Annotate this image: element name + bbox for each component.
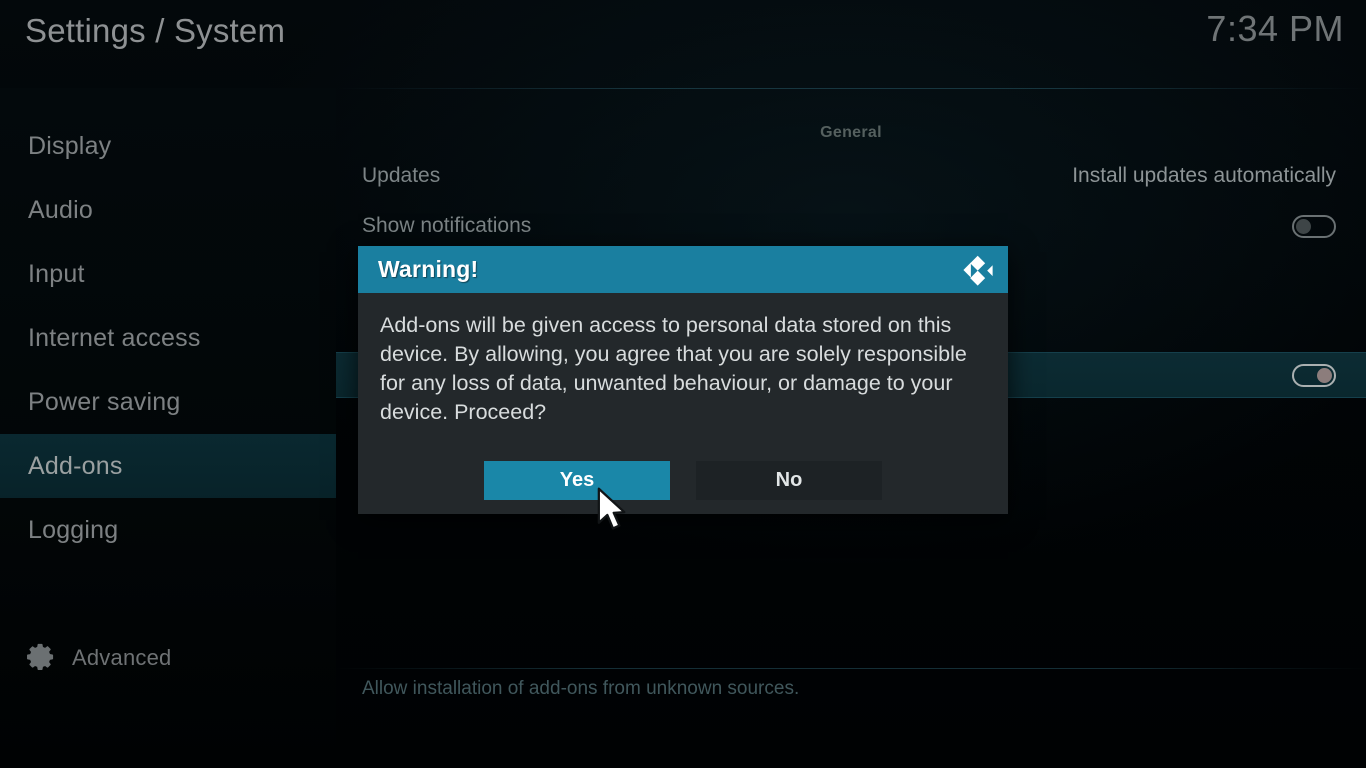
dialog-message: Add-ons will be given access to personal… [380, 313, 967, 424]
dialog-header: Warning! [358, 246, 1008, 293]
sidebar-item-display[interactable]: Display [0, 114, 336, 178]
yes-button[interactable]: Yes [484, 461, 670, 500]
sidebar-item-label: Audio [28, 195, 93, 224]
no-button[interactable]: No [696, 461, 882, 500]
sidebar-item-add-ons[interactable]: Add-ons [0, 434, 336, 498]
sidebar-item-label: Add-ons [28, 451, 123, 480]
sidebar-item-label: Input [28, 259, 85, 288]
warning-dialog: Warning! Add-ons will be given access to… [358, 246, 1008, 514]
clock: 7:34 PM [1206, 8, 1344, 49]
sidebar-item-input[interactable]: Input [0, 242, 336, 306]
sidebar-item-label: Display [28, 131, 112, 160]
sidebar-item-advanced[interactable]: Advanced [0, 626, 336, 690]
sidebar-item-audio[interactable]: Audio [0, 178, 336, 242]
gear-icon [26, 643, 56, 673]
kodi-logo-icon [960, 253, 994, 287]
setting-row-show-notifications[interactable]: Show notifications [336, 203, 1366, 249]
unknown-sources-toggle[interactable] [1292, 363, 1336, 387]
sidebar-item-label: Power saving [28, 387, 181, 416]
setting-value: Install updates automatically [1072, 164, 1336, 187]
content-top-divider [336, 88, 1366, 89]
dialog-body: Add-ons will be given access to personal… [358, 293, 1008, 427]
sidebar-item-label: Logging [28, 515, 119, 544]
setting-label: Updates [362, 164, 441, 187]
sidebar-item-power-saving[interactable]: Power saving [0, 370, 336, 434]
sidebar-item-label: Advanced [72, 645, 172, 670]
sidebar-item-logging[interactable]: Logging [0, 498, 336, 562]
toggle-knob [1296, 218, 1311, 234]
toggle-knob [1317, 367, 1332, 383]
sidebar-item-internet-access[interactable]: Internet access [0, 306, 336, 370]
kodi-settings-screen: Settings / System 7:34 PM Display Audio … [0, 0, 1366, 768]
show-notifications-toggle[interactable] [1292, 214, 1336, 238]
setting-description: Allow installation of add-ons from unkno… [362, 678, 800, 699]
sidebar: Display Audio Input Internet access Powe… [0, 88, 336, 768]
sidebar-item-label: Internet access [28, 323, 201, 352]
dialog-title: Warning! [378, 256, 479, 282]
setting-label: Show notifications [362, 214, 532, 237]
description-divider [336, 668, 1366, 669]
page-title: Settings / System [25, 12, 286, 49]
settings-group-title: General [820, 124, 882, 141]
setting-row-updates[interactable]: Updates Install updates automatically [336, 153, 1366, 199]
dialog-button-row: Yes No [358, 461, 1008, 500]
